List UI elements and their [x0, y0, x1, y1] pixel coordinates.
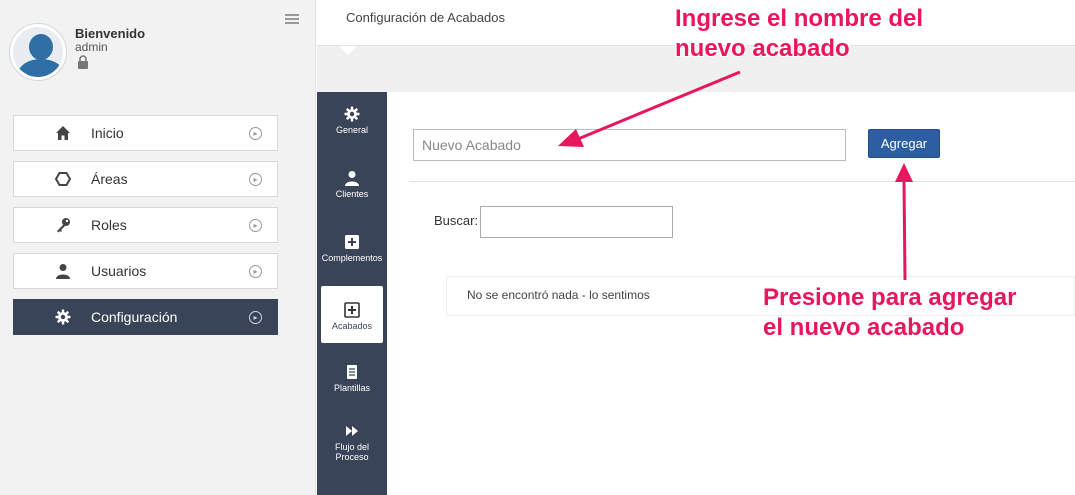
sidebar-item-label: Configuración — [91, 309, 178, 325]
fast-forward-icon — [346, 426, 358, 436]
search-label: Buscar: — [434, 213, 479, 228]
empty-message: No se encontró nada - lo sentimos — [467, 288, 650, 302]
search-input[interactable] — [480, 206, 673, 238]
tab-label: Clientes — [335, 189, 369, 199]
tab-clientes[interactable]: Clientes — [321, 170, 383, 227]
plus-square-icon — [345, 235, 359, 249]
gear-icon — [55, 309, 71, 325]
sidebar-item-label: Inicio — [91, 125, 124, 141]
tab-plantillas[interactable]: Plantillas — [321, 364, 383, 421]
annotation-line: nuevo acabado — [675, 35, 850, 62]
tab-label: Complementos — [321, 253, 383, 263]
sidebar-menu: Inicio ▸ Áreas ▸ Roles ▸ Usuarios ▸ Conf… — [13, 115, 278, 345]
divider — [409, 181, 1075, 182]
sidebar-item-inicio[interactable]: Inicio ▸ — [13, 115, 278, 151]
add-button[interactable]: Agregar — [868, 129, 940, 158]
annotation-button-hint: Presione para agregar el nuevo acabado — [763, 283, 1016, 343]
gear-icon — [344, 106, 360, 122]
sidebar-item-usuarios[interactable]: Usuarios ▸ — [13, 253, 278, 289]
hamburger-icon[interactable] — [285, 14, 299, 26]
chevron-right-icon: ▸ — [249, 265, 262, 278]
tab-label: Acabados — [331, 321, 373, 331]
annotation-line: Ingrese el nombre del — [675, 5, 924, 32]
sidebar-item-label: Roles — [91, 217, 127, 233]
sidebar-item-label: Áreas — [91, 171, 128, 187]
sidebar: Bienvenido admin Inicio ▸ Áreas ▸ Roles … — [0, 0, 316, 495]
page-title: Configuración de Acabados — [346, 10, 506, 25]
tab-label: Flujo del Proceso — [334, 442, 370, 462]
key-icon — [57, 218, 70, 233]
home-icon — [56, 126, 70, 140]
hexagon-icon — [54, 172, 72, 186]
chevron-right-icon: ▸ — [249, 219, 262, 232]
annotation-line: el nuevo acabado — [763, 314, 965, 341]
plus-square-icon — [344, 302, 360, 318]
tab-label: General — [335, 125, 369, 135]
tab-label: Plantillas — [333, 383, 371, 393]
user-icon — [56, 264, 70, 279]
tab-complementos[interactable]: Complementos — [321, 234, 383, 291]
title-notch — [339, 46, 357, 55]
tab-acabados[interactable]: Acabados — [321, 286, 383, 343]
new-acabado-input[interactable] — [413, 129, 846, 161]
sidebar-item-configuracion[interactable]: Configuración ▸ — [13, 299, 278, 335]
username: admin — [75, 40, 108, 54]
tab-flujo-del-proceso[interactable]: Flujo del Proceso — [321, 423, 383, 480]
sidebar-item-label: Usuarios — [91, 263, 147, 279]
document-icon — [347, 365, 357, 379]
lock-icon — [78, 55, 88, 69]
sidebar-item-roles[interactable]: Roles ▸ — [13, 207, 278, 243]
tab-general[interactable]: General — [321, 106, 383, 163]
welcome-text: Bienvenido — [75, 26, 146, 41]
user-icon — [345, 171, 359, 186]
settings-tabbar: General Clientes Complementos Acabados P… — [317, 92, 387, 495]
chevron-right-icon: ▸ — [249, 173, 262, 186]
chevron-right-icon: ▸ — [249, 311, 262, 324]
annotation-line: Presione para agregar — [763, 284, 1017, 311]
avatar — [10, 24, 66, 80]
sidebar-item-areas[interactable]: Áreas ▸ — [13, 161, 278, 197]
chevron-right-icon: ▸ — [249, 127, 262, 140]
annotation-input-hint: Ingrese el nombre del nuevo acabado — [675, 4, 923, 64]
